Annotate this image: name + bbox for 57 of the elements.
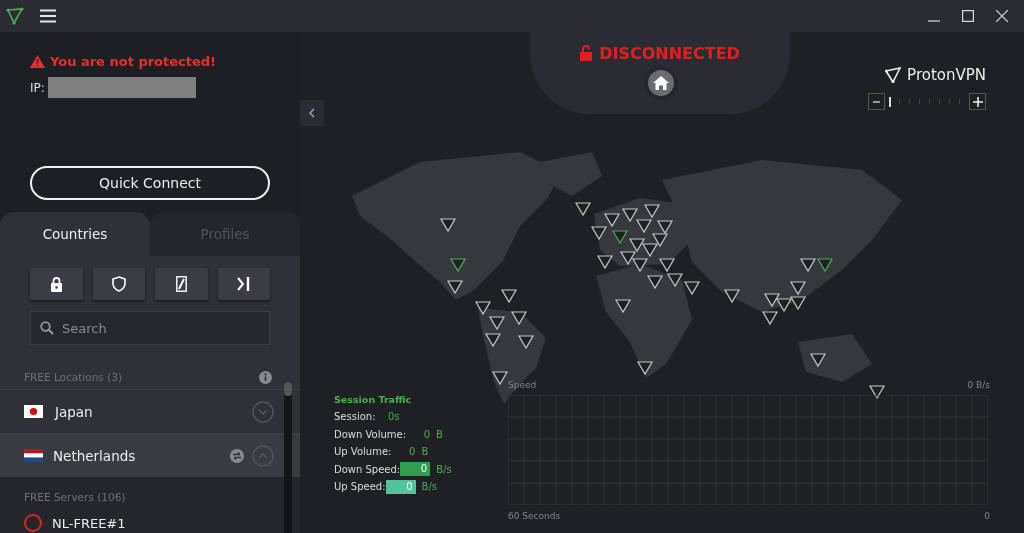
speed-meter: 0 <box>400 462 431 477</box>
zoom-in-button[interactable] <box>969 93 986 110</box>
stat-unit: B/s <box>421 481 438 493</box>
chevron-left-icon <box>309 108 315 118</box>
scrollbar[interactable] <box>284 382 292 533</box>
maximize-icon[interactable] <box>962 10 974 22</box>
stat-label: Down Speed: <box>334 463 401 475</box>
section-title: Session Traffic <box>334 394 413 405</box>
connection-status: DISCONNECTED <box>599 43 740 63</box>
unlock-icon <box>580 45 593 61</box>
stat-unit: B <box>436 428 444 440</box>
stat-value: 0 <box>422 428 431 440</box>
ip-label: IP: <box>30 80 45 95</box>
axis-label: 60 Seconds <box>508 511 561 523</box>
warning-text: You are not protected! <box>50 54 217 69</box>
zoom-out-button[interactable] <box>868 93 885 110</box>
speed-meter: 0 <box>385 479 416 494</box>
section-header: FREE Servers (106) <box>23 490 127 505</box>
close-icon[interactable] <box>996 10 1008 22</box>
warning-icon <box>30 55 45 68</box>
shield-icon <box>111 276 126 292</box>
plus-icon <box>972 96 983 107</box>
graph-title: Speed <box>508 380 537 392</box>
stat-value: 0 <box>408 446 416 458</box>
stat-value: 0s <box>386 411 400 423</box>
collapse-button[interactable] <box>300 100 324 126</box>
home-icon <box>653 76 669 90</box>
stat-label: Up Speed: <box>334 481 386 493</box>
tab[interactable]: Countries <box>0 211 150 256</box>
stat-unit: B <box>421 446 430 458</box>
logo-icon <box>885 67 902 83</box>
section-header: FREE Locations (3) <box>24 371 123 383</box>
minus-icon <box>873 100 880 103</box>
stat-label: Up Volume: <box>334 446 392 458</box>
country-name: Netherlands <box>53 447 136 464</box>
server-status-icon <box>24 514 42 532</box>
search-field[interactable]: Search <box>30 311 270 345</box>
country-name: Japan <box>55 403 93 420</box>
skip-icon <box>237 277 251 291</box>
stat-label: Down Volume: <box>334 428 407 440</box>
stat-label: Session: <box>334 411 376 423</box>
switch-icon <box>175 276 187 292</box>
axis-label: 0 <box>984 511 990 523</box>
swap-icon <box>230 448 244 463</box>
server-name: NL-FREE#1 <box>52 515 126 531</box>
info-icon[interactable] <box>259 370 272 384</box>
stat-unit: B/s <box>436 463 453 475</box>
logo-icon[interactable] <box>6 7 24 25</box>
brand-name: ProtonVPN <box>907 66 986 84</box>
striped-flag-icon <box>24 449 43 462</box>
quick-connect-button[interactable]: Quick Connect <box>30 165 270 200</box>
lock-icon <box>50 276 62 292</box>
menu-icon[interactable] <box>40 9 56 23</box>
search-icon <box>40 321 54 335</box>
dot-flag-icon <box>24 405 43 418</box>
country-row[interactable]: Netherlands <box>0 433 300 477</box>
axis-label: 0 B/s <box>967 380 990 392</box>
